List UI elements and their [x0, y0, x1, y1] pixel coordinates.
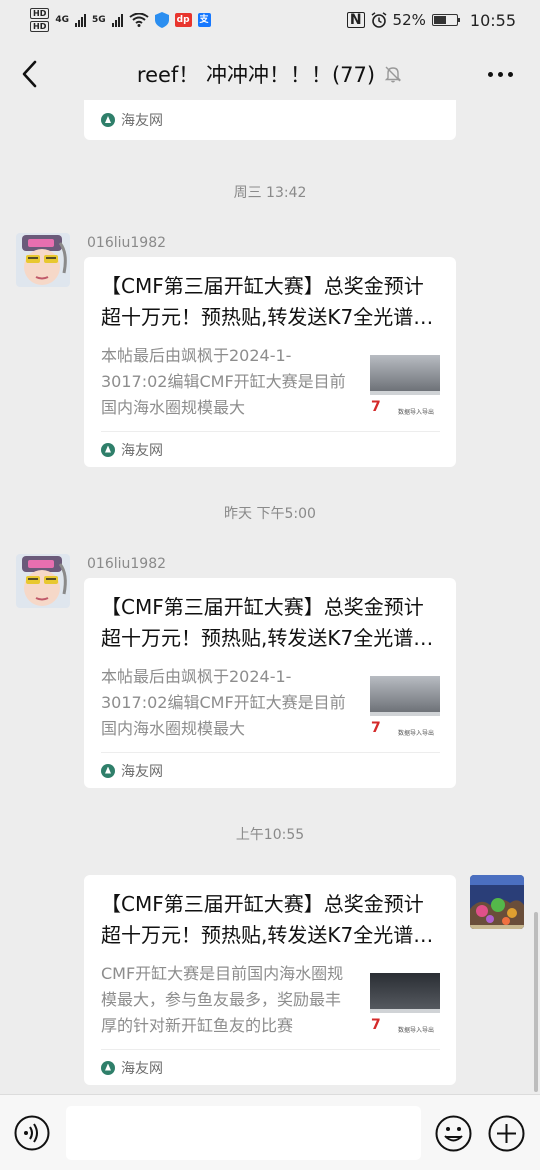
plus-circle-icon [488, 1115, 525, 1152]
dot-icon [498, 71, 503, 77]
battery-percent: 52% [392, 11, 426, 29]
avatar[interactable] [16, 554, 70, 608]
card-description: CMF开缸大赛是目前国内海水圈规模最大，参与鱼友最多，奖励最丰厚的针对新开缸鱼友… [101, 964, 344, 1035]
more-functions-button[interactable] [488, 1115, 525, 1152]
input-bar [0, 1094, 540, 1170]
thumb-label-a: 7 [371, 720, 381, 736]
link-card[interactable]: 【CMF第三届开缸大赛】总奖金预计超十万元！预热贴,转发送K7全光谱水族灯 本帖… [84, 578, 456, 788]
card-footer: 海友网 [101, 431, 440, 467]
thumb-label-a: 7 [371, 1017, 381, 1033]
hd-badge-2: HD [30, 21, 50, 32]
scrollbar[interactable] [534, 912, 538, 1092]
network-5g: 5G [92, 15, 106, 25]
card-thumbnail: 7 数据导入导出 [370, 676, 440, 746]
nfc-icon: N [346, 12, 365, 28]
source-logo-icon [101, 113, 115, 127]
voice-icon [14, 1115, 50, 1151]
chat-message-list[interactable]: 海友网 周三 13:42 016liu1982 【CMF第三届开缸大赛】总奖金预… [0, 100, 540, 1094]
signal-bars-1-icon [75, 13, 86, 27]
card-source: 海友网 [121, 442, 163, 459]
avatar[interactable] [16, 233, 70, 287]
source-logo-icon [101, 763, 115, 778]
sender-name: 016liu1982 [87, 556, 167, 572]
hd-badge-1: HD [30, 8, 50, 19]
chat-title-group: reef！ 冲冲冲！！！(77) [137, 59, 403, 89]
dp-app-icon: dp [174, 13, 192, 27]
link-card[interactable]: 【CMF第三届开缸大赛】总奖金预计超十万元！预热贴,转发送K7全光谱水族灯 本帖… [84, 257, 456, 467]
card-thumbnail: 7 数据导入导出 [370, 355, 440, 425]
aquarium-avatar-icon [470, 875, 524, 929]
back-button[interactable] [18, 58, 42, 90]
card-source: 海友网 [121, 1060, 163, 1077]
source-logo-icon [101, 442, 115, 457]
battery-icon [431, 14, 460, 26]
time-divider: 周三 13:42 [233, 185, 307, 201]
voice-button[interactable] [14, 1115, 50, 1151]
card-footer: 海友网 [101, 752, 440, 788]
card-source: 海友网 [121, 763, 163, 780]
smiley-icon [435, 1115, 472, 1152]
mute-bell-icon [384, 66, 402, 83]
card-thumbnail: 7 数据导入导出 [370, 973, 440, 1043]
message-input[interactable] [66, 1106, 421, 1160]
source-logo-icon [101, 1060, 115, 1075]
time-divider: 昨天 下午5:00 [224, 506, 316, 522]
alipay-app-icon: 支 [197, 13, 211, 27]
status-left: HD HD 4G 5G dp 支 [30, 8, 211, 32]
status-bar: HD HD 4G 5G dp 支 N 52% 10:55 [0, 0, 540, 40]
link-card[interactable]: 【CMF第三届开缸大赛】总奖金预计超十万元！预热贴,转发送K7全光谱水族灯 CM… [84, 875, 456, 1085]
thumb-label-b: 数据导入导出 [398, 730, 435, 737]
chevron-left-icon [22, 60, 37, 88]
shield-icon [154, 12, 169, 28]
more-options-button[interactable] [488, 64, 516, 84]
sender-name: 016liu1982 [87, 235, 167, 251]
card-title: 【CMF第三届开缸大赛】总奖金预计超十万元！预热贴,转发送K7全光谱水族灯 [101, 595, 434, 650]
chat-title: reef！ 冲冲冲！！！(77) [136, 63, 376, 87]
message-card-partial[interactable]: 海友网 [84, 100, 456, 140]
thumb-label-a: 7 [371, 399, 381, 415]
signal-bars-2-icon [111, 13, 123, 27]
thumb-label-b: 数据导入导出 [398, 1027, 435, 1034]
dot-icon [488, 71, 493, 77]
thumb-label-b: 数据导入导出 [398, 409, 435, 416]
card-footer: 海友网 [101, 1049, 440, 1085]
emoji-button[interactable] [435, 1115, 472, 1152]
hd-badges: HD HD [30, 8, 50, 32]
cartoon-avatar-icon [16, 233, 70, 287]
card-body: 本帖最后由飒枫于2024-1-3017:02编辑CMF开缸大赛是目前国内海水圈规… [101, 343, 440, 425]
dot-icon [508, 71, 513, 77]
chat-header: reef！ 冲冲冲！！！(77) [0, 40, 540, 108]
my-avatar[interactable] [470, 875, 524, 929]
alarm-icon [371, 12, 386, 28]
status-right: N 52% 10:55 [346, 10, 516, 30]
clock: 10:55 [469, 10, 516, 30]
card-description: 本帖最后由飒枫于2024-1-3017:02编辑CMF开缸大赛是目前国内海水圈规… [101, 667, 346, 738]
cartoon-avatar-icon [16, 554, 70, 608]
time-divider: 上午10:55 [235, 827, 305, 843]
card-body: CMF开缸大赛是目前国内海水圈规模最大，参与鱼友最多，奖励最丰厚的针对新开缸鱼友… [101, 961, 440, 1043]
wifi-icon [129, 13, 149, 27]
card-source: 海友网 [121, 113, 163, 129]
network-4g: 4G [55, 15, 69, 25]
card-title: 【CMF第三届开缸大赛】总奖金预计超十万元！预热贴,转发送K7全光谱水族灯 [101, 892, 434, 947]
card-description: 本帖最后由飒枫于2024-1-3017:02编辑CMF开缸大赛是目前国内海水圈规… [101, 346, 346, 417]
card-title: 【CMF第三届开缸大赛】总奖金预计超十万元！预热贴,转发送K7全光谱水族灯 [101, 274, 434, 329]
card-body: 本帖最后由飒枫于2024-1-3017:02编辑CMF开缸大赛是目前国内海水圈规… [101, 664, 440, 746]
